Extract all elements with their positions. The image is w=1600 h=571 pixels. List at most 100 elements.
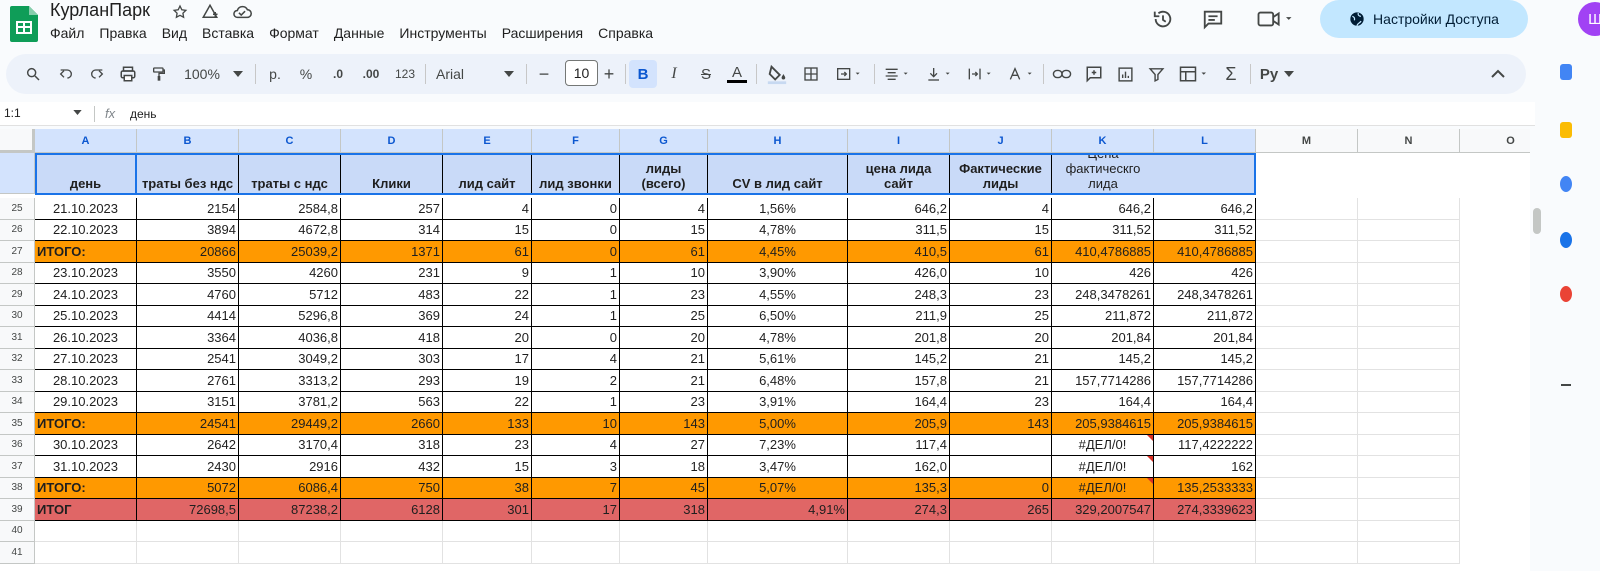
bold-icon[interactable]: B — [629, 60, 657, 88]
cell-m34[interactable] — [1256, 391, 1358, 413]
empty-cell[interactable] — [1052, 520, 1154, 542]
empty-cell[interactable] — [708, 542, 848, 564]
empty-cell[interactable] — [620, 542, 708, 564]
column-header-k[interactable]: K — [1052, 129, 1154, 153]
cell-c37[interactable]: 2916 — [239, 456, 341, 478]
column-header-m[interactable]: M — [1256, 129, 1358, 153]
cell-b31[interactable]: 3364 — [137, 327, 239, 349]
column-header-l[interactable]: L — [1154, 129, 1256, 153]
cell-n28[interactable] — [1358, 262, 1460, 284]
cell-e36[interactable]: 23 — [443, 434, 532, 456]
cell-f34[interactable]: 1 — [532, 391, 620, 413]
empty-cell[interactable] — [848, 520, 950, 542]
cell-j30[interactable]: 25 — [950, 305, 1052, 327]
header-cell-a[interactable]: день — [35, 153, 137, 194]
cell-j38[interactable]: 0 — [950, 477, 1052, 499]
header-cell-h[interactable]: CV в лид сайт — [708, 153, 848, 194]
column-header-b[interactable]: B — [137, 129, 239, 153]
cell-j28[interactable]: 10 — [950, 262, 1052, 284]
text-wrapping-icon[interactable] — [962, 62, 998, 86]
row-header-39[interactable]: 39 — [0, 499, 35, 521]
cell-l29[interactable]: 248,3478261 — [1154, 284, 1256, 306]
paint-format-icon[interactable] — [148, 62, 170, 86]
cell-c26[interactable]: 4672,8 — [239, 219, 341, 241]
cell-h28[interactable]: 3,90% — [708, 262, 848, 284]
cell-d33[interactable]: 293 — [341, 370, 443, 392]
menu-data[interactable]: Данные — [334, 25, 392, 41]
cell-l31[interactable]: 201,84 — [1154, 327, 1256, 349]
menu-extensions[interactable]: Расширения — [502, 25, 590, 41]
cell-k37[interactable]: #ДЕЛ/0! — [1052, 456, 1154, 478]
header-cell-i[interactable]: цена лида сайт — [848, 153, 950, 194]
cell-i31[interactable]: 201,8 — [848, 327, 950, 349]
cell-e25[interactable]: 4 — [443, 198, 532, 220]
cell-c29[interactable]: 5712 — [239, 284, 341, 306]
cloud-saved-icon[interactable] — [232, 2, 252, 22]
cell-j29[interactable]: 23 — [950, 284, 1052, 306]
cell-m32[interactable] — [1256, 348, 1358, 370]
column-header-o[interactable]: O — [1460, 129, 1530, 153]
contacts-icon[interactable] — [1560, 232, 1572, 248]
cell-f25[interactable]: 0 — [532, 198, 620, 220]
cell-j31[interactable]: 20 — [950, 327, 1052, 349]
share-button[interactable]: Настройки Доступа — [1320, 0, 1528, 38]
cell-n39[interactable] — [1358, 499, 1460, 521]
cell-m27[interactable] — [1256, 241, 1358, 263]
cell-k26[interactable]: 311,52 — [1052, 219, 1154, 241]
cell-l32[interactable]: 145,2 — [1154, 348, 1256, 370]
cell-b30[interactable]: 4414 — [137, 305, 239, 327]
cell-a32[interactable]: 27.10.2023 — [35, 348, 137, 370]
column-header-h[interactable]: H — [708, 129, 848, 153]
cell-b33[interactable]: 2761 — [137, 370, 239, 392]
cell-g36[interactable]: 27 — [620, 434, 708, 456]
empty-cell[interactable] — [708, 520, 848, 542]
calendar-icon[interactable] — [1560, 64, 1572, 80]
cell-k28[interactable]: 426 — [1052, 262, 1154, 284]
cell-d37[interactable]: 432 — [341, 456, 443, 478]
cell-n34[interactable] — [1358, 391, 1460, 413]
cell-e32[interactable]: 17 — [443, 348, 532, 370]
cell-b26[interactable]: 3894 — [137, 219, 239, 241]
cell-i30[interactable]: 211,9 — [848, 305, 950, 327]
cell-m31[interactable] — [1256, 327, 1358, 349]
keep-icon[interactable] — [1560, 122, 1572, 138]
cell-c34[interactable]: 3781,2 — [239, 391, 341, 413]
cell-f28[interactable]: 1 — [532, 262, 620, 284]
insert-chart-icon[interactable] — [1113, 62, 1137, 86]
cell-c33[interactable]: 3313,2 — [239, 370, 341, 392]
cell-i37[interactable]: 162,0 — [848, 456, 950, 478]
header-cell-f[interactable]: лид звонки — [532, 153, 620, 194]
cell-j33[interactable]: 21 — [950, 370, 1052, 392]
cell-l36[interactable]: 117,4222222 — [1154, 434, 1256, 456]
row-header-30[interactable]: 30 — [0, 305, 35, 327]
column-header-c[interactable]: C — [239, 129, 341, 153]
cell-m30[interactable] — [1256, 305, 1358, 327]
merge-cells-icon[interactable] — [831, 62, 867, 86]
empty-cell[interactable] — [532, 520, 620, 542]
cell-b29[interactable]: 4760 — [137, 284, 239, 306]
cell-f29[interactable]: 1 — [532, 284, 620, 306]
cell-m28[interactable] — [1256, 262, 1358, 284]
horizontal-align-icon[interactable] — [879, 62, 915, 86]
cell-f39[interactable]: 17 — [532, 499, 620, 521]
cell-c25[interactable]: 2584,8 — [239, 198, 341, 220]
increase-font-size-icon[interactable]: + — [599, 62, 619, 86]
empty-cell[interactable] — [35, 520, 137, 542]
cell-e26[interactable]: 15 — [443, 219, 532, 241]
cell-k34[interactable]: 164,4 — [1052, 391, 1154, 413]
cell-i33[interactable]: 157,8 — [848, 370, 950, 392]
cell-n32[interactable] — [1358, 348, 1460, 370]
cell-a27[interactable]: ИТОГО: — [35, 241, 137, 263]
cell-f31[interactable]: 0 — [532, 327, 620, 349]
cell-e30[interactable]: 24 — [443, 305, 532, 327]
menu-tools[interactable]: Инструменты — [399, 25, 493, 41]
cell-k39[interactable]: 329,2007547 — [1052, 499, 1154, 521]
cell-k27[interactable]: 410,4786885 — [1052, 241, 1154, 263]
cell-l30[interactable]: 211,872 — [1154, 305, 1256, 327]
cell-h33[interactable]: 6,48% — [708, 370, 848, 392]
row-header-undefined[interactable] — [0, 153, 35, 194]
cell-h29[interactable]: 4,55% — [708, 284, 848, 306]
cell-h37[interactable]: 3,47% — [708, 456, 848, 478]
cell-k32[interactable]: 145,2 — [1052, 348, 1154, 370]
cell-b32[interactable]: 2541 — [137, 348, 239, 370]
